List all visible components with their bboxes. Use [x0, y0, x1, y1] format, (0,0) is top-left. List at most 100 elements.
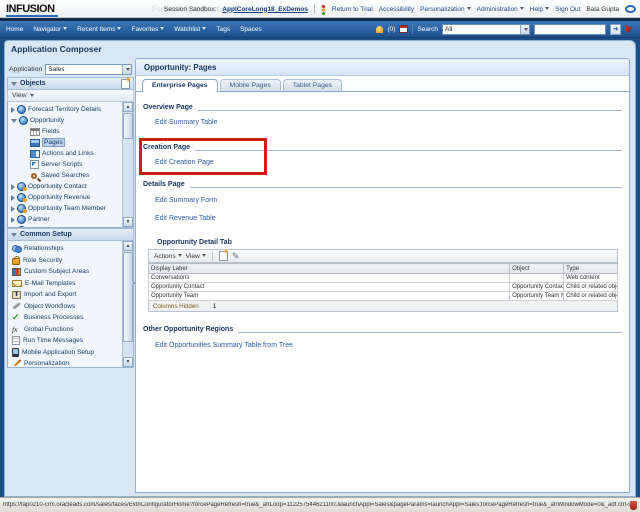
common-setup-personalization[interactable]: Personalization [8, 358, 121, 368]
expand-icon[interactable] [11, 228, 15, 229]
tree-item-pages[interactable]: Pages [8, 137, 121, 148]
object-icon [17, 226, 26, 228]
tree-item-saved-searches[interactable]: Saved Searches [8, 170, 121, 181]
scroll-down-button[interactable]: ▼ [123, 217, 133, 227]
administration-menu[interactable]: Administration [477, 6, 524, 13]
expand-icon[interactable] [11, 195, 15, 201]
column-header-type[interactable]: Type [564, 264, 618, 274]
sign-out-link[interactable]: Sign Out [555, 6, 580, 13]
chevron-down-icon [178, 254, 182, 257]
edit-pencil-icon[interactable]: ✎ [232, 251, 240, 261]
advanced-search-icon[interactable] [625, 25, 632, 33]
edit-revenue-table-link[interactable]: Edit Revenue Table [155, 215, 216, 222]
nav-favorites-menu[interactable]: Favorites [131, 26, 164, 33]
personalization-menu[interactable]: Personalization [420, 6, 470, 13]
table-row[interactable]: Conversations Web content [149, 274, 618, 283]
table-toolbar: Actions View ✦ ✎ [148, 249, 618, 263]
tree-view-menu[interactable]: View [7, 90, 134, 102]
expand-icon[interactable] [11, 107, 15, 113]
common-setup-global-functions[interactable]: fxGlobal Functions [8, 324, 121, 336]
envelope-icon [12, 280, 22, 287]
application-select[interactable]: Sales [45, 64, 132, 75]
tree-item-actions-and-links[interactable]: Actions and Links [8, 148, 121, 159]
common-setup-mobile-application-setup[interactable]: Mobile Application Setup [8, 347, 121, 359]
tab-enterprise-pages[interactable]: Enterprise Pages [142, 79, 218, 92]
tree-item-forecast-territory-details[interactable]: Forecast Territory Details [8, 104, 121, 115]
column-header-object[interactable]: Object [510, 264, 564, 274]
sandbox-status-icon [321, 4, 326, 15]
search-input[interactable] [534, 24, 606, 35]
tree-item-fields[interactable]: Fields [8, 126, 121, 137]
dropdown-button[interactable] [122, 65, 131, 74]
tree-item-opportunity-team-member[interactable]: Opportunity Team Member [8, 203, 121, 214]
tree-item-opportunity[interactable]: Opportunity [8, 115, 121, 126]
expand-icon[interactable] [11, 184, 15, 190]
tree-item-server-scripts[interactable]: Server Scripts [8, 159, 121, 170]
tree-item-partial[interactable] [8, 225, 121, 228]
tab-tablet-pages[interactable]: Tablet Pages [283, 79, 342, 91]
table-row[interactable]: Opportunity Team Opportunity Team Me Chi… [149, 292, 618, 301]
collapse-icon[interactable] [11, 82, 17, 86]
common-setup-custom-subject-areas[interactable]: Custom Subject Areas [8, 266, 121, 278]
edit-opportunities-summary-table-link[interactable]: Edit Opportunities Summary Table from Tr… [155, 342, 293, 349]
divider [314, 4, 315, 14]
dropdown-button[interactable] [520, 25, 529, 34]
creation-page-section: Creation Page Edit Creation Page [143, 144, 622, 169]
nav-navigator-menu[interactable]: Navigator [33, 26, 67, 33]
scrollbar-thumb[interactable] [123, 252, 133, 342]
expand-icon[interactable] [11, 206, 15, 212]
new-object-icon[interactable]: ✦ [121, 79, 130, 89]
common-setup-panel-header[interactable]: Common Setup [7, 228, 134, 241]
tree-item-opportunity-revenue[interactable]: Opportunity Revenue [8, 192, 121, 203]
tree-item-partner[interactable]: Partner [8, 214, 121, 225]
table-footer: Columns Hidden 1 [148, 301, 618, 312]
notifications-bell-icon[interactable] [376, 26, 383, 33]
object-icon [19, 116, 28, 125]
nav-spaces[interactable]: Spaces [240, 26, 262, 33]
search-go-button[interactable]: ➜ [610, 24, 621, 35]
common-setup-scrollbar[interactable]: ▲ ▼ [122, 241, 133, 367]
edit-summary-form-link[interactable]: Edit Summary Form [155, 197, 217, 204]
tree-item-opportunity-contact[interactable]: Opportunity Contact [8, 181, 121, 192]
scrollbar-thumb[interactable] [123, 113, 133, 139]
edit-summary-table-link[interactable]: Edit Summary Table [155, 119, 218, 126]
return-to-trial-link[interactable]: Return to Trial [332, 6, 373, 13]
column-header-display-label[interactable]: Display Label [149, 264, 510, 274]
tree-scrollbar[interactable]: ▲ ▼ [122, 102, 133, 227]
actions-menu[interactable]: Actions [154, 253, 182, 260]
chevron-down-icon [545, 7, 549, 10]
calendar-icon[interactable] [399, 25, 408, 33]
collapse-icon[interactable] [11, 119, 17, 123]
tab-mobile-pages[interactable]: Mobile Pages [220, 79, 281, 91]
notifications-count: (0) [387, 26, 395, 33]
expand-icon[interactable] [11, 217, 15, 223]
search-scope-select[interactable]: All [442, 24, 530, 35]
collapse-icon[interactable] [11, 233, 17, 237]
common-setup-object-workflows[interactable]: Object Workflows [8, 301, 121, 313]
other-regions-header: Other Opportunity Regions [143, 326, 233, 333]
sandbox-link[interactable]: ApplCoreLong18_ExDemos [222, 6, 308, 13]
common-setup-run-time-messages[interactable]: Run Time Messages [8, 335, 121, 347]
scroll-up-button[interactable]: ▲ [123, 102, 133, 112]
oracle-ring-icon[interactable] [625, 5, 636, 13]
scroll-up-button[interactable]: ▲ [123, 241, 133, 251]
common-setup-email-templates[interactable]: E-Mail Templates [8, 278, 121, 290]
help-menu[interactable]: Help [530, 6, 549, 13]
application-composer-window: Application Composer Application Sales O… [4, 40, 636, 497]
scroll-down-button[interactable]: ▼ [123, 357, 133, 367]
nav-tags[interactable]: Tags [216, 26, 230, 33]
view-menu[interactable]: View [186, 253, 206, 260]
edit-creation-page-link[interactable]: Edit Creation Page [155, 159, 214, 166]
common-setup-business-processes[interactable]: ✓Business Processes [8, 312, 121, 324]
accessibility-link[interactable]: Accessibility [379, 6, 414, 13]
nav-recent-items-menu[interactable]: Recent Items [77, 26, 121, 33]
status-flag-icon[interactable] [630, 501, 637, 510]
nav-home[interactable]: Home [6, 26, 23, 33]
nav-watchlist-menu[interactable]: Watchlist [174, 26, 206, 33]
common-setup-relationships[interactable]: Relationships [8, 243, 121, 255]
common-setup-import-export[interactable]: ⬆Import and Export [8, 289, 121, 301]
objects-panel-header[interactable]: Objects ✦ [7, 77, 134, 90]
table-row[interactable]: Opportunity Contact Opportunity Contact … [149, 283, 618, 292]
common-setup-role-security[interactable]: Role Security [8, 255, 121, 267]
create-icon[interactable]: ✦ [219, 251, 228, 261]
